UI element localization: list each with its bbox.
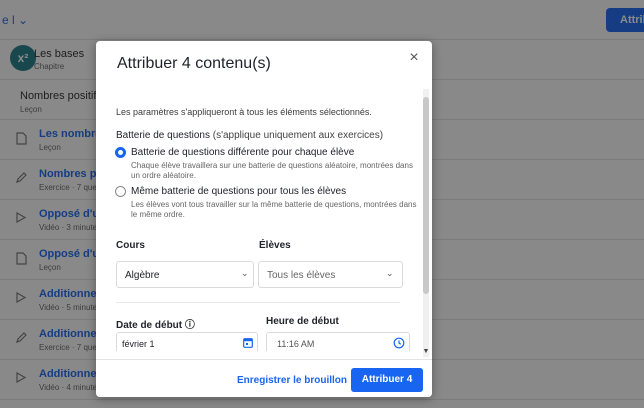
assign-button[interactable]: Attribuer 4 xyxy=(351,368,423,392)
intro-text: Les paramètres s'appliqueront à tous les… xyxy=(116,107,372,117)
students-label: Élèves xyxy=(259,240,291,251)
save-draft-button[interactable]: Enregistrer le brouillon xyxy=(237,375,347,386)
start-date-label: Date de début ⓘ xyxy=(116,316,195,331)
radio-same-bank-label[interactable]: Même batterie de questions pour tous les… xyxy=(131,186,346,197)
course-select-value: Algèbre xyxy=(125,270,160,281)
modal-title: Attribuer 4 contenu(s) xyxy=(117,55,271,72)
course-select[interactable]: Algèbre ⌄ xyxy=(116,261,254,288)
section-divider xyxy=(116,302,400,303)
start-time-label: Heure de début xyxy=(266,316,339,327)
chevron-down-icon: ⌄ xyxy=(386,268,394,278)
students-select-value: Tous les élèves xyxy=(267,270,336,281)
radio-different-bank-description: Chaque élève travaillera sur une batteri… xyxy=(131,161,413,180)
question-bank-note: (s'applique uniquement aux exercices) xyxy=(212,130,384,141)
radio-same-bank-description: Les élèves vont tous travailler sur la m… xyxy=(131,200,417,219)
info-icon[interactable]: ⓘ xyxy=(185,320,195,331)
question-bank-label: Batterie de questions (s'applique unique… xyxy=(116,130,383,141)
scrollbar-thumb[interactable] xyxy=(423,97,429,294)
course-label: Cours xyxy=(116,240,145,251)
modal-body: Les paramètres s'appliqueront à tous les… xyxy=(96,91,432,351)
chevron-down-icon: ⌄ xyxy=(241,268,249,278)
clock-icon[interactable] xyxy=(393,337,405,349)
question-bank-title: Batterie de questions xyxy=(116,130,210,141)
start-date-value: février 1 xyxy=(122,339,155,349)
start-time-input[interactable]: 11:16 AM xyxy=(266,332,410,351)
close-icon[interactable]: × xyxy=(406,49,422,67)
students-select[interactable]: Tous les élèves ⌄ xyxy=(258,261,403,288)
assign-modal: Attribuer 4 contenu(s) × Les paramètres … xyxy=(96,41,432,397)
radio-different-bank[interactable] xyxy=(115,147,126,158)
start-date-input[interactable]: février 1 xyxy=(116,332,258,351)
modal-header: Attribuer 4 contenu(s) × xyxy=(96,41,432,91)
start-date-label-text: Date de début xyxy=(116,320,183,331)
start-time-value: 11:16 AM xyxy=(277,339,315,349)
modal-scrollbar[interactable] xyxy=(423,89,429,357)
radio-same-bank[interactable] xyxy=(115,186,126,197)
radio-different-bank-label[interactable]: Batterie de questions différente pour ch… xyxy=(131,147,354,158)
scroll-down-arrow-icon[interactable]: ▼ xyxy=(422,348,430,355)
calendar-icon[interactable] xyxy=(243,337,253,348)
modal-footer: Enregistrer le brouillon Attribuer 4 xyxy=(96,359,432,397)
